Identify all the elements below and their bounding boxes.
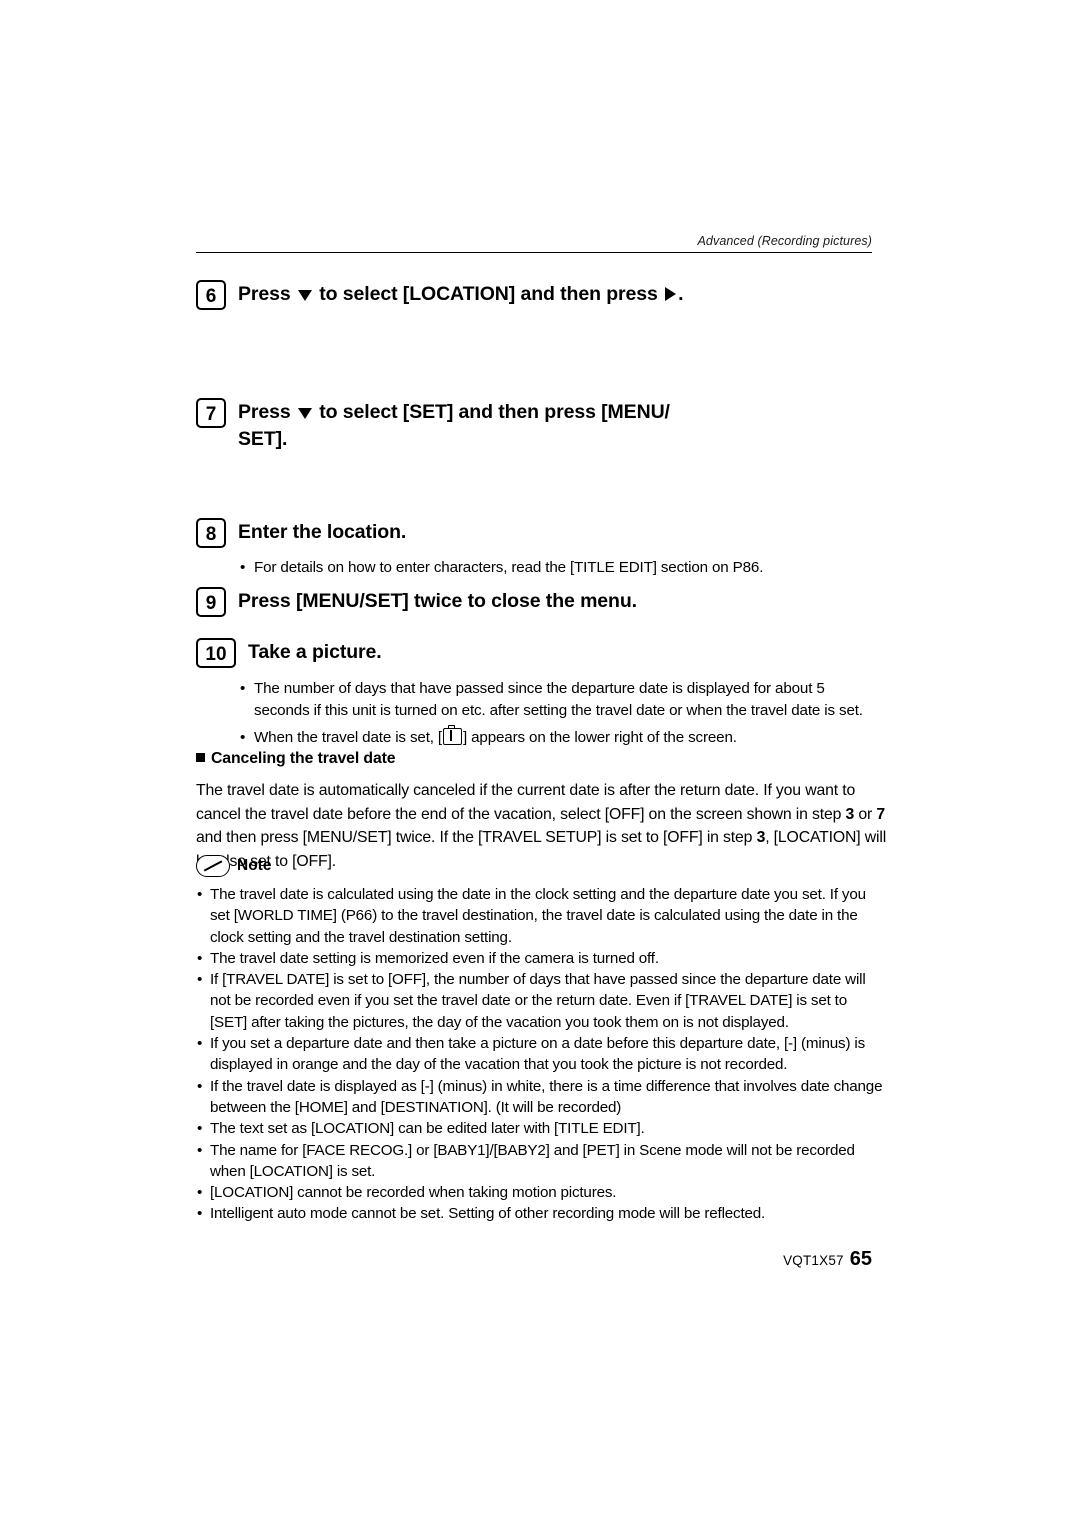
canceling-heading-text: Canceling the travel date — [211, 750, 396, 767]
step-8-bullet: • For details on how to enter characters… — [240, 557, 880, 579]
note-item: • If you set a departure date and then ta… — [196, 1033, 886, 1076]
canceling-paragraph: The travel date is automatically cancele… — [196, 779, 896, 873]
bullet-dot: • — [197, 949, 203, 967]
bullet-dot: • — [197, 1141, 203, 1159]
note-item: • [LOCATION] cannot be recorded when taki… — [196, 1182, 886, 1203]
manual-page: Advanced (Recording pictures) 6 Press to… — [0, 0, 1080, 1526]
step-9-title: Press [MENU/SET] twice to close the menu… — [238, 590, 637, 612]
step-10-number: 10 — [196, 638, 236, 668]
canceling-para-line-1: The travel date is automatically cancele… — [196, 782, 801, 799]
step-6-title: Press to select [LOCATION] and then pres… — [238, 280, 684, 308]
step-8-number: 8 — [196, 518, 226, 548]
note-item: • If [TRAVEL DATE] is set to [OFF], the n… — [196, 969, 886, 1033]
step-6-title-post: . — [678, 283, 684, 305]
step-ref-7: 7 — [876, 805, 885, 823]
canceling-para-line-3c: or — [854, 805, 877, 823]
footer-document-code: VQT1X57 — [783, 1253, 844, 1268]
note-item: • The name for [FACE RECOG.] or [BABY1]/[… — [196, 1140, 886, 1183]
note-item-text: If [TRAVEL DATE] is set to [OFF], the nu… — [210, 971, 866, 1031]
step-6: 6 Press to select [LOCATION] and then pr… — [196, 280, 886, 310]
step-7-title-mid: to select [SET] and then press [MENU/ — [313, 401, 670, 423]
down-arrow-icon — [297, 408, 312, 419]
bullet-dot: • — [240, 680, 246, 697]
step-8-bullet-text: For details on how to enter characters, … — [254, 559, 764, 576]
step-9: 9 Press [MENU/SET] twice to close the me… — [196, 587, 886, 617]
step-ref-3b: 3 — [756, 829, 766, 846]
note-item-text: [LOCATION] cannot be recorded when takin… — [210, 1184, 617, 1202]
note-list: • The travel date is calculated using the… — [196, 884, 886, 1225]
step-7-title-post: SET]. — [238, 428, 288, 450]
note-item: • If the travel date is displayed as [-] … — [196, 1076, 886, 1119]
bullet-dot: • — [197, 1035, 203, 1053]
note-item-text: If you set a departure date and then tak… — [210, 1035, 865, 1074]
step-10: 10 Take a picture. — [196, 638, 886, 668]
step-7-number: 7 — [196, 398, 226, 428]
bullet-dot: • — [197, 1077, 203, 1095]
bullet-dot: • — [240, 729, 246, 746]
page-footer: VQT1X57 65 — [196, 1248, 872, 1271]
step-9-number: 9 — [196, 587, 226, 617]
header-divider — [196, 252, 872, 253]
step-10-bullet-2: • When the travel date is set, [] appear… — [240, 724, 880, 749]
square-bullet-icon — [196, 753, 205, 762]
step-7: 7 Press to select [SET] and then press [… — [196, 398, 886, 453]
canceling-para-line-4a: [OFF] in step — [662, 829, 757, 846]
step-10-title: Take a picture. — [248, 641, 382, 663]
bullet-dot: • — [240, 559, 246, 576]
step-10-bullet-1-text: The number of days that have passed sinc… — [254, 680, 863, 719]
note-item: • The travel date is calculated using the… — [196, 884, 886, 948]
note-item-text: Intelligent auto mode cannot be set. Set… — [210, 1205, 766, 1223]
canceling-para-line-3e: and then press [MENU/SET] twice. If the … — [196, 829, 659, 846]
step-8-title: Enter the location. — [238, 521, 407, 543]
note-item: • The text set as [LOCATION] can be edite… — [196, 1118, 886, 1139]
note-item: • The travel date setting is memorized ev… — [196, 948, 886, 969]
note-item-text: The text set as [LOCATION] can be edited… — [210, 1120, 645, 1138]
note-item-text: The travel date is calculated using the … — [210, 886, 866, 946]
bullet-dot: • — [197, 1205, 203, 1223]
header-section-label: Advanced (Recording pictures) — [697, 234, 872, 248]
bullet-dot: • — [197, 1184, 203, 1202]
note-item-text: The name for [FACE RECOG.] or [BABY1]/[B… — [210, 1141, 855, 1180]
down-arrow-icon — [297, 290, 312, 301]
footer-page-number: 65 — [849, 1248, 872, 1270]
step-7-title: Press to select [SET] and then press [ME… — [238, 398, 670, 453]
bullet-dot: • — [197, 886, 203, 903]
note-badge: Note — [196, 855, 271, 877]
bullet-dot: • — [197, 971, 203, 989]
note-pencil-icon — [196, 855, 230, 877]
travel-date-icon — [442, 724, 462, 745]
note-item-text: If the travel date is displayed as [-] (… — [210, 1077, 883, 1116]
note-item: • Intelligent auto mode cannot be set. Se… — [196, 1203, 886, 1224]
step-6-number: 6 — [196, 280, 226, 310]
step-6-title-pre: Press — [238, 283, 296, 305]
page-header: Advanced (Recording pictures) — [196, 232, 872, 250]
step-ref-3: 3 — [845, 805, 855, 823]
note-item-text: The travel date setting is memorized eve… — [210, 949, 659, 967]
right-arrow-icon — [665, 287, 677, 301]
step-10-bullet-2-text: When the travel date is set, [] appears … — [254, 724, 737, 746]
canceling-para-line-3a: shown in step — [746, 805, 846, 823]
step-8: 8 Enter the location. — [196, 518, 886, 548]
step-10-bullet-1: • The number of days that have passed si… — [240, 678, 880, 721]
step-7-title-pre: Press — [238, 401, 296, 423]
bullet-dot: • — [197, 1120, 203, 1138]
canceling-heading: Canceling the travel date — [196, 750, 396, 768]
note-label: Note — [237, 857, 272, 874]
step-6-title-mid: to select [LOCATION] and then press — [313, 283, 664, 305]
